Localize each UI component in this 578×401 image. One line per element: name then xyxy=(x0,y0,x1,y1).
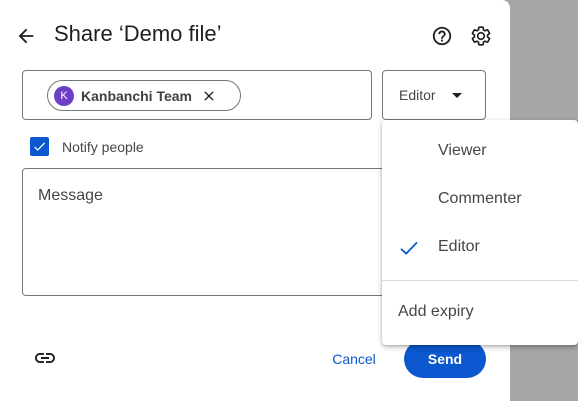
message-placeholder: Message xyxy=(38,187,103,204)
check-icon xyxy=(34,142,46,151)
message-field[interactable]: Message xyxy=(22,168,402,296)
role-menu: Viewer Commenter Editor Add expiry xyxy=(382,120,578,345)
role-option-viewer[interactable]: Viewer xyxy=(382,127,578,175)
copy-link-button[interactable] xyxy=(33,346,57,370)
role-select-value: Editor xyxy=(399,87,436,103)
remove-recipient-button[interactable] xyxy=(200,87,218,105)
role-option-commenter[interactable]: Commenter xyxy=(382,175,578,223)
help-circle-icon xyxy=(432,26,452,46)
role-option-label: Editor xyxy=(438,238,480,255)
cancel-button[interactable]: Cancel xyxy=(320,341,388,377)
avatar: K xyxy=(54,85,74,106)
dialog-title: Share ‘Demo file’ xyxy=(54,21,222,46)
back-button[interactable] xyxy=(12,22,40,50)
notify-row: Notify people xyxy=(30,137,144,156)
role-select[interactable]: Editor xyxy=(382,70,486,120)
role-option-label: Viewer xyxy=(438,142,487,159)
recipient-chip-label: Kanbanchi Team xyxy=(81,87,192,104)
people-input[interactable]: K Kanbanchi Team xyxy=(22,70,372,120)
notify-checkbox[interactable] xyxy=(30,137,49,156)
notify-label: Notify people xyxy=(62,138,144,155)
arrow-back-icon xyxy=(18,28,34,44)
gear-icon xyxy=(471,26,491,46)
recipient-chip[interactable]: K Kanbanchi Team xyxy=(47,80,241,111)
help-button[interactable] xyxy=(429,23,455,49)
menu-divider xyxy=(382,280,578,281)
check-icon xyxy=(400,241,418,255)
settings-button[interactable] xyxy=(468,23,494,49)
role-option-editor[interactable]: Editor xyxy=(382,223,578,271)
add-expiry-label: Add expiry xyxy=(398,303,474,320)
role-option-label: Commenter xyxy=(438,190,522,207)
send-button[interactable]: Send xyxy=(404,340,486,378)
close-icon xyxy=(204,90,214,101)
link-icon xyxy=(35,353,55,363)
add-expiry-option[interactable]: Add expiry xyxy=(382,288,578,336)
caret-down-icon xyxy=(452,93,462,98)
